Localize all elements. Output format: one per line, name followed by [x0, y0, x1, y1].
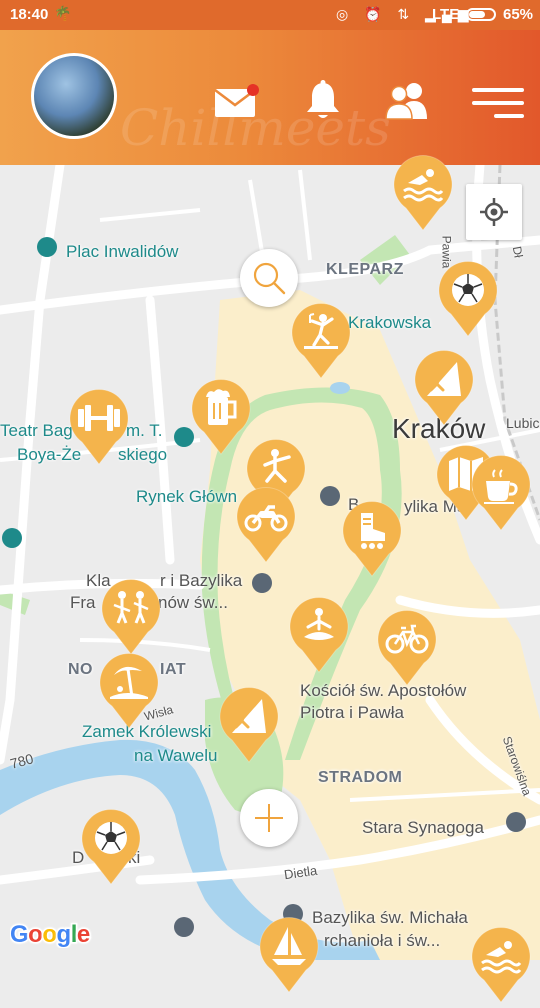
map-pin-coffee[interactable]	[470, 453, 532, 531]
map-pin-beach[interactable]	[98, 651, 160, 729]
map-pin-dance[interactable]	[290, 301, 352, 379]
map-pin-swimming[interactable]	[392, 153, 454, 231]
music-band-icon	[101, 579, 161, 655]
plus-icon	[255, 804, 283, 832]
map-label-bazylika-michala-1: Bazylika św. Michała	[312, 908, 468, 927]
brand-watermark-logo: Chillmeets	[120, 99, 391, 157]
swimming-icon	[471, 927, 531, 1003]
notification-dot	[247, 84, 259, 96]
sailing-icon	[259, 917, 319, 993]
yoga-icon	[289, 597, 349, 673]
dumbbell-icon	[69, 389, 129, 465]
map-label-zamek-2: na Wawelu	[134, 746, 218, 765]
map-label-stara-synagoga: Stara Synagoga	[362, 818, 484, 837]
search-button[interactable]	[240, 249, 298, 307]
map-label-plac-inwalidow: Plac Inwalidów	[66, 242, 179, 261]
bicycle-icon	[377, 610, 437, 686]
map-label-klasztor-1b: r i Bazylika	[160, 571, 243, 590]
map-pin-gym[interactable]	[68, 387, 130, 465]
menu-bar	[472, 101, 524, 105]
map-label-krakowska: Krakowska	[348, 313, 432, 332]
menu-button[interactable]	[472, 88, 524, 118]
brand-watermark: Chillmeets	[120, 90, 420, 165]
map-pin-sailing[interactable]	[258, 915, 320, 993]
climbing-icon	[219, 687, 279, 763]
map-pin-yoga[interactable]	[288, 595, 350, 673]
map-pin-rollerblade[interactable]	[341, 499, 403, 577]
map-pin-football[interactable]	[437, 259, 499, 337]
map-label-klasztor-2: Fra	[70, 593, 96, 612]
map-view[interactable]: Plac Inwalidów KLEPARZ Krakowska Kraków …	[0, 155, 540, 1003]
beach-icon	[99, 653, 159, 729]
google-logo: Google	[9, 918, 94, 955]
motorbike-icon	[236, 487, 296, 563]
battery-percent: 65%	[503, 6, 534, 23]
my-location-button[interactable]	[466, 184, 522, 240]
map-label-nowy-swiat-a: NO	[68, 661, 93, 678]
users-icon	[385, 83, 427, 120]
notifications-button[interactable]	[304, 80, 342, 122]
map-label-lubicz: Lubicz	[506, 415, 540, 431]
messages-button[interactable]	[214, 84, 259, 118]
dance-icon	[291, 303, 351, 379]
battery-level	[469, 11, 485, 18]
map-label-stradom: STRADOM	[318, 769, 403, 786]
beer-icon	[191, 379, 251, 455]
map-label-kosciol-2: Piotra i Pawła	[300, 703, 404, 722]
map-label-dluga: Dł	[509, 245, 526, 259]
google-logo-mark: Google	[9, 920, 92, 950]
map-pin-climbing[interactable]	[413, 348, 475, 426]
add-event-button[interactable]	[240, 789, 298, 847]
football-icon	[438, 261, 498, 337]
map-pin-motorbike[interactable]	[235, 485, 297, 563]
crosshair-icon	[480, 198, 508, 226]
map-label-nowy-swiat-b: IAT	[160, 661, 187, 678]
rollerblade-icon	[342, 501, 402, 577]
svg-text:Google: Google	[10, 921, 90, 948]
map-pin-music[interactable]	[100, 577, 162, 655]
coffee-icon	[471, 455, 531, 531]
map-pin-climbing-2[interactable]	[218, 685, 280, 763]
map-pin-cycling[interactable]	[376, 608, 438, 686]
app-header: Chillmeets	[0, 30, 540, 165]
climbing-icon	[414, 350, 474, 426]
battery-icon	[466, 8, 496, 21]
friends-button[interactable]	[385, 82, 429, 120]
swimming-icon	[393, 155, 453, 231]
bell-icon	[307, 80, 339, 118]
map-pin-beer[interactable]	[190, 377, 252, 455]
football-icon	[81, 809, 141, 885]
user-avatar[interactable]	[31, 53, 117, 139]
map-pin-football-2[interactable]	[80, 807, 142, 885]
menu-bar	[472, 88, 524, 92]
search-icon	[253, 262, 286, 295]
map-pin-swimming-2[interactable]	[470, 925, 532, 1003]
palm-notification-icon: 🌴	[54, 5, 72, 21]
map-label-bazylika-michala-2: rchanioła i św...	[324, 931, 441, 950]
map-label-teatr-1: Teatr Bag	[0, 421, 73, 440]
map-label-kleparz: KLEPARZ	[326, 261, 404, 278]
map-label-rynek: Rynek Główn	[136, 487, 238, 506]
map-label-klasztor-2b: nów św...	[158, 593, 228, 612]
status-bar: 18:40 🌴 ◎ ⏰ ⇅ ▂▄▆ LTE 65%	[0, 0, 540, 30]
network-type: LTE	[432, 6, 460, 23]
map-label-teatr-1b: m. T.	[126, 421, 163, 440]
status-time: 18:40	[10, 6, 49, 23]
menu-bar	[494, 114, 524, 118]
